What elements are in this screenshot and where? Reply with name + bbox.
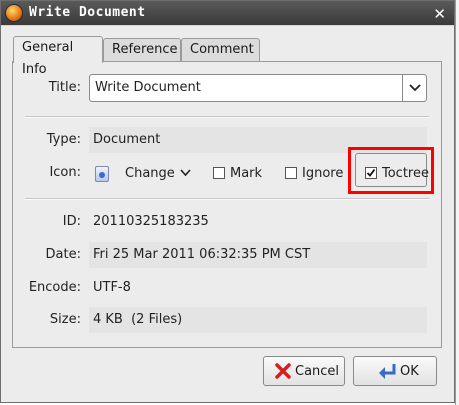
separator [25,198,429,200]
cancel-button[interactable]: Cancel [263,356,345,386]
date-value: Fri 25 Mar 2011 06:32:35 PM CST [93,247,311,262]
icon-label: Icon: [49,165,81,180]
cancel-label: Cancel [295,364,340,379]
background-window-edge [455,0,459,405]
ignore-checkbox-box[interactable] [285,167,297,179]
tab-general-info[interactable]: General Info [13,36,103,77]
change-label: Change [125,166,175,181]
window-title: Write Document [29,5,146,20]
title-combo[interactable]: Write Document [89,74,427,102]
ok-button[interactable]: OK [353,356,437,386]
size-label: Size: [49,312,81,327]
red-x-icon [275,363,291,379]
type-label: Type: [46,132,81,147]
mark-checkbox-box[interactable] [213,167,225,179]
write-document-dialog: Write Document ✕ General Info Reference … [0,0,455,403]
title-input[interactable]: Write Document [95,80,201,95]
id-label: ID: [62,214,81,229]
app-icon [6,5,22,21]
chevron-down-icon [180,169,191,177]
return-arrow-icon [379,364,396,379]
id-value: 20110325183235 [93,214,209,229]
general-info-panel [12,61,442,348]
check-icon [366,168,376,177]
tab-comment[interactable]: Comment [181,38,260,62]
ok-label: OK [400,364,419,379]
date-label: Date: [45,247,81,262]
size-value: 4 KB (2 Files) [93,312,183,327]
chevron-down-icon[interactable] [402,75,426,101]
ignore-label: Ignore [302,166,344,181]
encode-label: Encode: [28,280,81,295]
change-menu-button[interactable]: Change [125,166,191,181]
document-icon [95,166,109,182]
separator [25,116,429,118]
type-value: Document [93,132,161,147]
tab-reference[interactable]: Reference [103,38,181,62]
close-icon[interactable]: ✕ [433,5,446,23]
toctree-label: Toctree [382,166,429,181]
mark-label: Mark [230,166,263,181]
encode-value: UTF-8 [93,280,131,295]
title-label: Title: [48,80,81,95]
title-bar[interactable]: Write Document ✕ [1,1,454,26]
toctree-checkbox-box[interactable] [365,167,377,179]
